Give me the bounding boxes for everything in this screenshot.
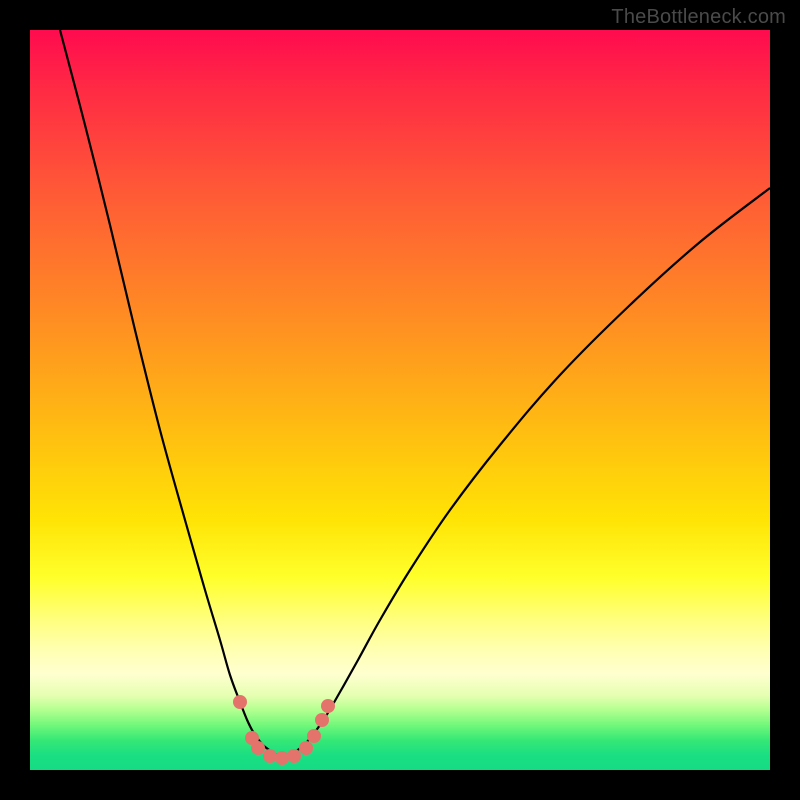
valley-marker	[307, 729, 321, 743]
valley-marker	[233, 695, 247, 709]
chart-frame: TheBottleneck.com	[0, 0, 800, 800]
plot-area	[30, 30, 770, 770]
curve-left-branch	[60, 30, 272, 752]
valley-marker	[315, 713, 329, 727]
valley-marker	[299, 741, 313, 755]
valley-marker	[263, 749, 277, 763]
valley-marker-group	[233, 695, 335, 765]
curve-right-branch	[295, 188, 770, 752]
curve-group	[60, 30, 770, 756]
bottleneck-curve	[30, 30, 770, 770]
valley-marker	[321, 699, 335, 713]
valley-marker	[251, 741, 265, 755]
valley-marker	[287, 749, 301, 763]
watermark-text: TheBottleneck.com	[611, 6, 786, 29]
valley-marker	[275, 751, 289, 765]
